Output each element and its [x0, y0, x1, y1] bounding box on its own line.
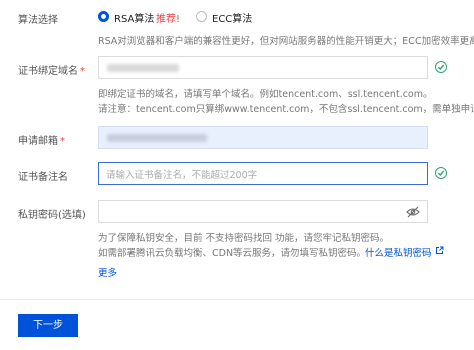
- email-label: 申请邮箱 *: [18, 136, 65, 147]
- email-input[interactable]: [98, 126, 428, 149]
- recommend-tag: 推荐!: [156, 14, 181, 25]
- rsa-radio-option[interactable]: RSA算法 推荐!: [98, 9, 188, 25]
- algorithm-hint: RSA对浏览器和客户端的兼容性更好，但对网站服务器的性能开销更大；ECC加密效率…: [98, 36, 474, 47]
- radio-unchecked-icon: [196, 11, 207, 22]
- domain-input[interactable]: [98, 56, 428, 79]
- password-hint-line2: 如需部署腾讯云负载均衡、CDN等云服务，请勿填写私钥密码。: [98, 248, 367, 259]
- ecc-label: ECC算法: [212, 14, 253, 25]
- rsa-label: RSA算法: [114, 14, 155, 25]
- remark-valid-check-icon: [435, 167, 447, 179]
- next-step-button[interactable]: 下一步: [18, 314, 78, 337]
- domain-hint-line1: 即绑定证书的域名，请填写单个域名。例如tencent.com、ssl.tence…: [98, 89, 433, 100]
- footer-divider: [0, 299, 474, 300]
- password-label: 私钥密码(选填): [18, 210, 86, 221]
- eye-hidden-icon[interactable]: [406, 206, 420, 218]
- password-hint-line1: 为了保障私钥安全，目前 不支持密码找回 功能，请您牢记私钥密码。: [98, 233, 390, 244]
- private-key-password-link[interactable]: 什么是私钥密码: [365, 245, 445, 259]
- domain-label: 证书绑定域名 *: [18, 66, 85, 77]
- remark-input[interactable]: 请输入证书备注名，不能超过200字: [98, 162, 428, 185]
- remark-placeholder: 请输入证书备注名，不能超过200字: [106, 170, 258, 181]
- domain-hint-line2: 请注意：tencent.com只算绑www.tencent.com，不包含ssl…: [98, 104, 474, 115]
- ecc-radio-option[interactable]: ECC算法: [196, 9, 256, 25]
- external-link-icon: [436, 246, 444, 254]
- password-input[interactable]: [98, 200, 428, 223]
- radio-checked-icon: [98, 11, 109, 22]
- private-key-password-link-text: 什么是私钥密码: [365, 248, 432, 259]
- remark-label: 证书备注名: [18, 172, 68, 183]
- domain-valid-check-icon: [435, 61, 447, 73]
- more-link[interactable]: 更多: [98, 265, 117, 279]
- algorithm-label: 算法选择: [18, 15, 58, 26]
